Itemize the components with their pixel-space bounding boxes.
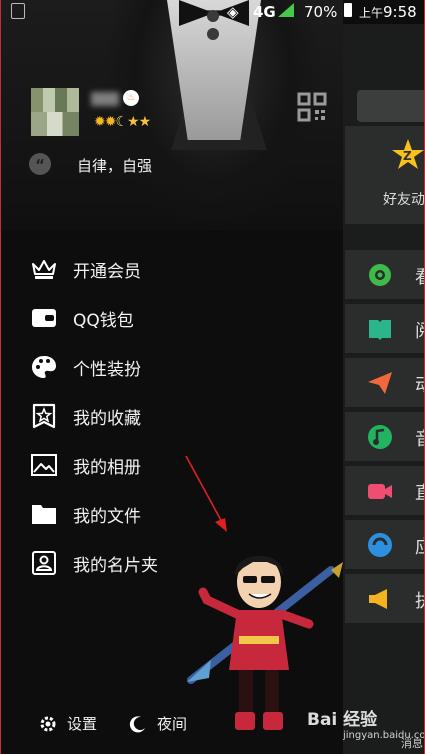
- main-list-row-label: 动: [415, 371, 424, 397]
- apps-icon: [368, 533, 392, 557]
- wifi-icon: ◈: [227, 3, 239, 21]
- main-list-row-label: 阅: [415, 317, 424, 343]
- menu-item-label: 个性装扮: [73, 359, 141, 380]
- menu-item-themes[interactable]: 个性装扮: [31, 352, 311, 382]
- main-list-row-label: 应: [415, 533, 424, 559]
- moon-icon: ☾: [115, 114, 128, 130]
- menu-item-files[interactable]: 我的文件: [31, 499, 311, 529]
- menu-item-label: QQ钱包: [73, 310, 134, 331]
- main-list-row[interactable]: 应: [345, 520, 424, 571]
- palette-icon: [31, 354, 57, 380]
- wallet-icon: [31, 305, 57, 331]
- main-list-row[interactable]: 看: [345, 250, 424, 301]
- crown-icon: [31, 256, 57, 282]
- menu-item-label: 我的文件: [73, 506, 141, 527]
- main-list-row-label: 看: [415, 263, 424, 289]
- battery-percent: 70%: [304, 3, 338, 21]
- qq-drawer-screen: ◈ 4G 70% 上午9:58 ♨ ✹✹☾★★ “ 自律，自强 开通会员 QQ钱…: [0, 0, 425, 754]
- main-list-row-label: 执: [415, 587, 424, 613]
- main-list-row-label: 直: [415, 479, 424, 505]
- folder-icon: [31, 501, 57, 527]
- nickname-blurred[interactable]: [91, 92, 119, 106]
- status-bar: ◈ 4G 70% 上午9:58: [1, 0, 424, 24]
- main-list-row[interactable]: 动: [345, 358, 424, 409]
- video-camera-icon: [368, 484, 392, 499]
- clock-prefix: 上午: [359, 6, 384, 20]
- vip-flame-icon[interactable]: ♨: [123, 90, 139, 106]
- clock-time: 9:58: [383, 3, 417, 21]
- signal-icon: [278, 3, 294, 17]
- svg-text:Z: Z: [403, 149, 412, 163]
- sun-icon: ✹: [104, 114, 117, 130]
- search-bar[interactable]: [357, 90, 424, 122]
- qq-level-icons[interactable]: ✹✹☾★★: [94, 114, 152, 130]
- menu-item-photo-album[interactable]: 我的相册: [31, 450, 311, 480]
- notification-icon: [11, 3, 25, 19]
- main-list-row[interactable]: 阅: [345, 304, 424, 355]
- menu-item-vip[interactable]: 开通会员: [31, 254, 311, 284]
- favorites-icon: [31, 403, 57, 429]
- night-mode-button[interactable]: 夜间: [129, 713, 187, 734]
- shirt-button: [207, 28, 219, 40]
- friends-feed-label: 好友动: [383, 192, 425, 208]
- baidu-jingyan-watermark: Bai 经验: [307, 710, 378, 730]
- qzone-star-icon: Z: [392, 139, 424, 169]
- moon-icon: [129, 715, 145, 732]
- avatar[interactable]: [31, 88, 79, 136]
- star-icon: ★: [138, 114, 152, 130]
- menu-item-label: 开通会员: [73, 261, 141, 282]
- main-list-row[interactable]: 执: [345, 574, 424, 625]
- quote-icon: “: [29, 153, 51, 175]
- watermark-url: jingyan.baidu.com: [343, 730, 425, 741]
- network-type: 4G: [253, 3, 276, 21]
- settings-label: 设置: [67, 715, 98, 733]
- star-icon: ★: [127, 114, 140, 130]
- menu-item-label: 我的名片夹: [73, 555, 158, 576]
- photo-album-icon: [31, 452, 57, 478]
- menu-item-label: 我的相册: [73, 457, 141, 478]
- settings-button[interactable]: 设置: [39, 713, 97, 734]
- eye-icon: [369, 264, 391, 286]
- main-list-row[interactable]: 直: [345, 466, 424, 517]
- contact-card-icon: [31, 550, 57, 576]
- gear-icon: [40, 716, 56, 731]
- clock: 上午9:58: [359, 3, 417, 21]
- sun-icon: ✹: [94, 114, 106, 130]
- paper-plane-icon: [368, 372, 392, 394]
- music-icon: [368, 425, 392, 449]
- battery-icon: [344, 3, 352, 17]
- personal-signature[interactable]: 自律，自强: [77, 155, 152, 176]
- main-list-row-label: 音: [415, 425, 424, 451]
- menu-item-wallet[interactable]: QQ钱包: [31, 303, 311, 333]
- book-icon: [369, 320, 391, 340]
- qr-code-icon[interactable]: [297, 92, 327, 122]
- main-list-row[interactable]: 音: [345, 412, 424, 463]
- menu-item-label: 我的收藏: [73, 408, 141, 429]
- megaphone-icon: [369, 589, 387, 609]
- menu-item-favorites[interactable]: 我的收藏: [31, 401, 311, 431]
